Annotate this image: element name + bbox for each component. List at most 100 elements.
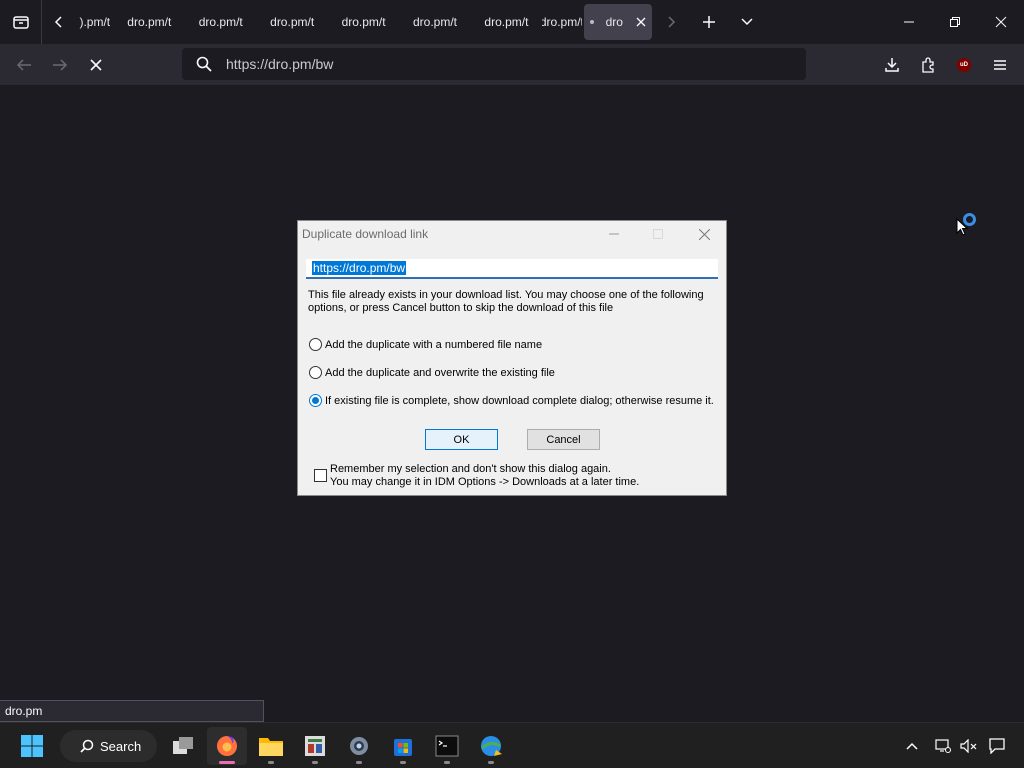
- task-view-icon: [173, 737, 193, 754]
- idm-icon: [481, 736, 502, 756]
- tab-title: dro.pm/t: [484, 15, 529, 29]
- remember-selection-checkbox[interactable]: [314, 469, 327, 482]
- active-indicator: [219, 761, 235, 764]
- arrow-right-icon: [53, 58, 68, 71]
- cancel-button[interactable]: Cancel: [527, 429, 600, 450]
- ublock-origin-button[interactable]: uD: [946, 47, 982, 83]
- new-tab-button[interactable]: [690, 0, 728, 44]
- taskbar-firefox[interactable]: [207, 727, 247, 765]
- firefox-icon: [217, 736, 237, 756]
- status-bar: dro.pm: [0, 700, 264, 722]
- navigation-toolbar: https://dro.pm/bw uD: [0, 44, 1024, 86]
- taskbar-settings[interactable]: [339, 727, 379, 765]
- search-icon: [80, 739, 94, 753]
- running-indicator: [400, 761, 406, 764]
- list-all-tabs-button[interactable]: [0, 0, 42, 44]
- radio-button[interactable]: [309, 338, 322, 351]
- running-indicator: [444, 761, 450, 764]
- tab[interactable]: dro.pm/t: [399, 4, 470, 40]
- store-icon: [394, 739, 412, 756]
- dialog-maximize-button[interactable]: [638, 221, 678, 247]
- app-window-icon: [305, 736, 325, 756]
- tab[interactable]: dro.pm/t: [114, 4, 185, 40]
- chevron-up-icon: [906, 742, 918, 750]
- remember-selection-checkbox-row[interactable]: Remember my selection and don't show thi…: [314, 463, 639, 489]
- tab[interactable]: ).pm/t: [76, 4, 114, 40]
- download-url-value: https://dro.pm/bw: [312, 261, 407, 275]
- tab-overflow-button[interactable]: [728, 0, 766, 44]
- tabs-container: ).pm/t dro.pm/t dro.pm/t dro.pm/t dro.pm…: [76, 0, 652, 44]
- dialog-title: Duplicate download link: [302, 227, 429, 241]
- option-resume-radio[interactable]: If existing file is complete, show downl…: [309, 394, 714, 407]
- show-hidden-icons-button[interactable]: [898, 723, 926, 768]
- toolbar-right: uD: [874, 44, 1024, 86]
- stop-loading-button[interactable]: [78, 47, 114, 83]
- tab[interactable]: dro.pm/t: [185, 4, 256, 40]
- gear-icon: [350, 737, 368, 755]
- running-indicator: [488, 761, 494, 764]
- ublock-icon: uD: [957, 58, 971, 72]
- taskbar-terminal[interactable]: [427, 727, 467, 765]
- tab-title: dro.pm/t: [341, 15, 386, 29]
- tab-active[interactable]: dro: [583, 4, 652, 40]
- network-button[interactable]: [929, 723, 957, 768]
- restore-icon: [950, 17, 960, 27]
- app-menu-button[interactable]: [982, 47, 1018, 83]
- dialog-close-button[interactable]: [684, 221, 724, 247]
- forward-button[interactable]: [42, 47, 78, 83]
- extensions-button[interactable]: [910, 47, 946, 83]
- scroll-tabs-right-button[interactable]: [652, 0, 690, 44]
- puzzle-icon: [922, 57, 934, 73]
- taskbar-store[interactable]: [383, 727, 423, 765]
- notifications-button[interactable]: [983, 723, 1011, 768]
- tab-title: ).pm/t: [79, 15, 111, 29]
- task-view-button[interactable]: [163, 727, 203, 765]
- tab[interactable]: dro.pm/t: [328, 4, 399, 40]
- radio-label: If existing file is complete, show downl…: [325, 394, 714, 407]
- speaker-muted-icon: [960, 739, 977, 753]
- search-icon: [182, 56, 226, 72]
- chevron-right-icon: [668, 16, 676, 28]
- tab-close-button[interactable]: [636, 17, 646, 27]
- scroll-tabs-left-button[interactable]: [42, 0, 76, 44]
- running-indicator: [268, 761, 274, 764]
- folder-icon: [259, 738, 283, 756]
- remember-line-1: Remember my selection and don't show thi…: [330, 463, 611, 475]
- taskbar-idm[interactable]: [471, 727, 511, 765]
- tab[interactable]: dro.pm/t: [256, 4, 327, 40]
- close-window-button[interactable]: [978, 0, 1024, 44]
- tab-title: dro.pm/t: [270, 15, 315, 29]
- tab[interactable]: dro.pm/t: [471, 4, 542, 40]
- windows-logo-icon: [21, 735, 43, 757]
- stop-icon: [90, 58, 102, 71]
- back-button[interactable]: [6, 47, 42, 83]
- network-icon: [935, 739, 951, 753]
- taskbar-app-spreadsheet[interactable]: [295, 727, 335, 765]
- maximize-icon: [653, 229, 663, 239]
- taskbar-search[interactable]: Search: [60, 730, 157, 762]
- option-numbered-name-radio[interactable]: Add the duplicate with a numbered file n…: [309, 338, 542, 351]
- restore-window-button[interactable]: [932, 0, 978, 44]
- address-bar[interactable]: https://dro.pm/bw: [182, 48, 806, 80]
- tab[interactable]: dro.pm/t: [542, 4, 581, 40]
- running-indicator: [356, 761, 362, 764]
- taskbar-file-explorer[interactable]: [251, 727, 291, 765]
- ok-button[interactable]: OK: [425, 429, 498, 450]
- volume-button[interactable]: [955, 723, 983, 768]
- radio-button-selected[interactable]: [309, 394, 322, 407]
- start-button[interactable]: [12, 727, 52, 765]
- downloads-button[interactable]: [874, 47, 910, 83]
- duplicate-download-dialog: Duplicate download link https://dro.pm/b…: [297, 220, 727, 496]
- tab-title: dro.pm/t: [127, 15, 172, 29]
- tab-title: dro.pm/t: [542, 15, 582, 29]
- notification-icon: [989, 738, 1005, 754]
- radio-button[interactable]: [309, 366, 322, 379]
- terminal-icon: [435, 735, 459, 757]
- download-url-field[interactable]: https://dro.pm/bw: [306, 259, 718, 279]
- tab-title: dro.pm/t: [412, 15, 457, 29]
- hamburger-menu-icon: [994, 60, 1006, 70]
- dialog-minimize-button[interactable]: [594, 221, 634, 247]
- minimize-window-button[interactable]: [886, 0, 932, 44]
- chevron-down-icon: [741, 18, 753, 26]
- option-overwrite-radio[interactable]: Add the duplicate and overwrite the exis…: [309, 366, 555, 379]
